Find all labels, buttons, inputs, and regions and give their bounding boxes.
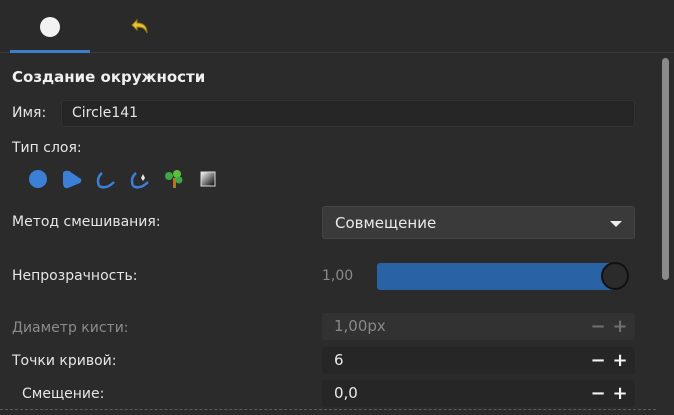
circle-dot-icon [40,16,60,37]
blend-method-dropdown[interactable]: Совмещение [322,206,635,239]
opacity-value: 1,00 [322,268,354,284]
advanced-outline-layer-icon[interactable] [128,167,152,191]
panel-scrollbar[interactable] [656,54,674,410]
curve-points-label: Точки кривой: [12,353,117,369]
offset-label: Смещение: [22,386,105,402]
panel-tab-bar [0,0,674,53]
region-layer-icon[interactable] [60,167,84,191]
tab-history[interactable] [100,0,180,53]
outline-layer-icon[interactable] [94,167,118,191]
points-decrement-button[interactable]: − [589,352,607,370]
name-label: Имя: [12,105,47,121]
scrollbar-thumb[interactable] [662,58,669,280]
offset-increment-button[interactable]: + [611,385,629,403]
curve-points-stepper: − + [589,352,629,370]
brush-diameter-stepper: − + [589,318,629,336]
offset-stepper: − + [589,385,629,403]
brush-diameter-label: Диаметр кисти: [12,320,129,336]
blend-method-label: Метод смешивания: [12,214,161,230]
opacity-slider-fill [377,263,615,290]
layer-type-toggles [26,167,220,191]
tab-tool-options[interactable] [10,0,90,53]
plant-layer-icon[interactable] [162,167,186,191]
tool-options-window: Создание окружности Имя: Circle141 Тип с… [0,0,674,415]
undo-arrow-icon [129,17,151,37]
blend-method-value: Совмещение [335,213,437,232]
name-input[interactable]: Circle141 [61,100,635,127]
offset-decrement-button[interactable]: − [589,385,607,403]
opacity-slider[interactable] [377,262,629,290]
circle-layer-icon[interactable] [26,167,50,191]
opacity-label: Непрозрачность: [12,268,138,284]
brush-decrement-button: − [590,316,606,337]
circle-tool-panel: Создание окружности Имя: Circle141 Тип с… [0,54,656,410]
chevron-down-icon [610,221,622,227]
opacity-slider-handle[interactable] [601,262,629,290]
layer-type-label: Тип слоя: [12,140,82,156]
gradient-layer-icon[interactable] [196,167,220,191]
brush-increment-button: + [612,316,628,337]
points-increment-button[interactable]: + [611,352,629,370]
panel-title: Создание окружности [12,68,206,86]
